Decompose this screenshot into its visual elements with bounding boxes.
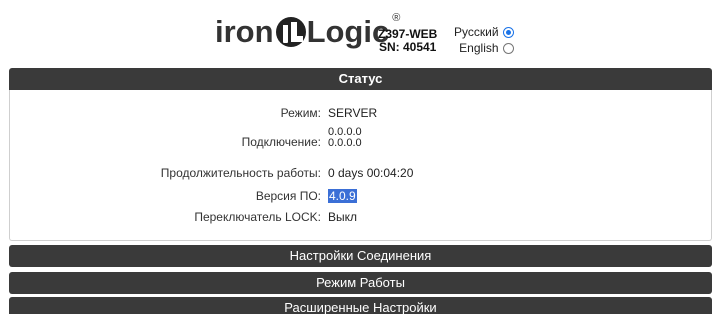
language-option-en[interactable]: English [454,40,514,56]
firmware-value-selected: 4.0.9 [328,189,357,203]
section-header-status[interactable]: Статус [9,68,712,90]
firmware-label: Версия ПО: [255,189,321,203]
logo-il-badge-icon [275,17,306,47]
uptime-value: 0 days 00:04:20 [328,166,414,180]
device-serial: SN: 40541 [378,40,437,54]
logo-text-logic: Logic [306,14,390,49]
device-info: Z397-WEB SN: 40541 [378,28,437,54]
mode-value: SERVER [328,106,378,120]
lock-label: Переключатель LOCK: [194,210,321,224]
header: iron Logic ® Z397-WEB SN: 40541 Русский … [0,0,715,68]
uptime-label: Продолжительность работы: [160,166,321,180]
section-header-advanced[interactable]: Расширенные Настройки [9,297,712,314]
firmware-value: 4.0.9 [328,189,357,203]
connection-label: Подключение: [241,135,321,149]
section-header-connection[interactable]: Настройки Соединения [9,245,712,267]
language-selector: Русский English [454,24,514,56]
language-label-en: English [459,41,499,55]
mode-label: Режим: [280,106,321,120]
connection-value: 0.0.0.0 0.0.0.0 [328,127,362,149]
ironlogic-logo: iron Logic ® [215,12,401,50]
lock-value: Выкл [328,210,358,224]
registered-mark: ® [392,12,401,24]
status-panel: Режим: SERVER Подключение: 0.0.0.0 0.0.0… [9,90,712,241]
language-option-ru[interactable]: Русский [454,24,514,40]
connection-value-line-2: 0.0.0.0 [328,137,362,149]
language-radio-en[interactable] [502,42,514,54]
language-radio-ru[interactable] [502,26,514,38]
section-header-mode[interactable]: Режим Работы [9,272,712,294]
page: iron Logic ® Z397-WEB SN: 40541 Русский … [0,0,715,314]
logo-text-iron: iron [215,14,274,49]
language-label-ru: Русский [454,25,499,39]
